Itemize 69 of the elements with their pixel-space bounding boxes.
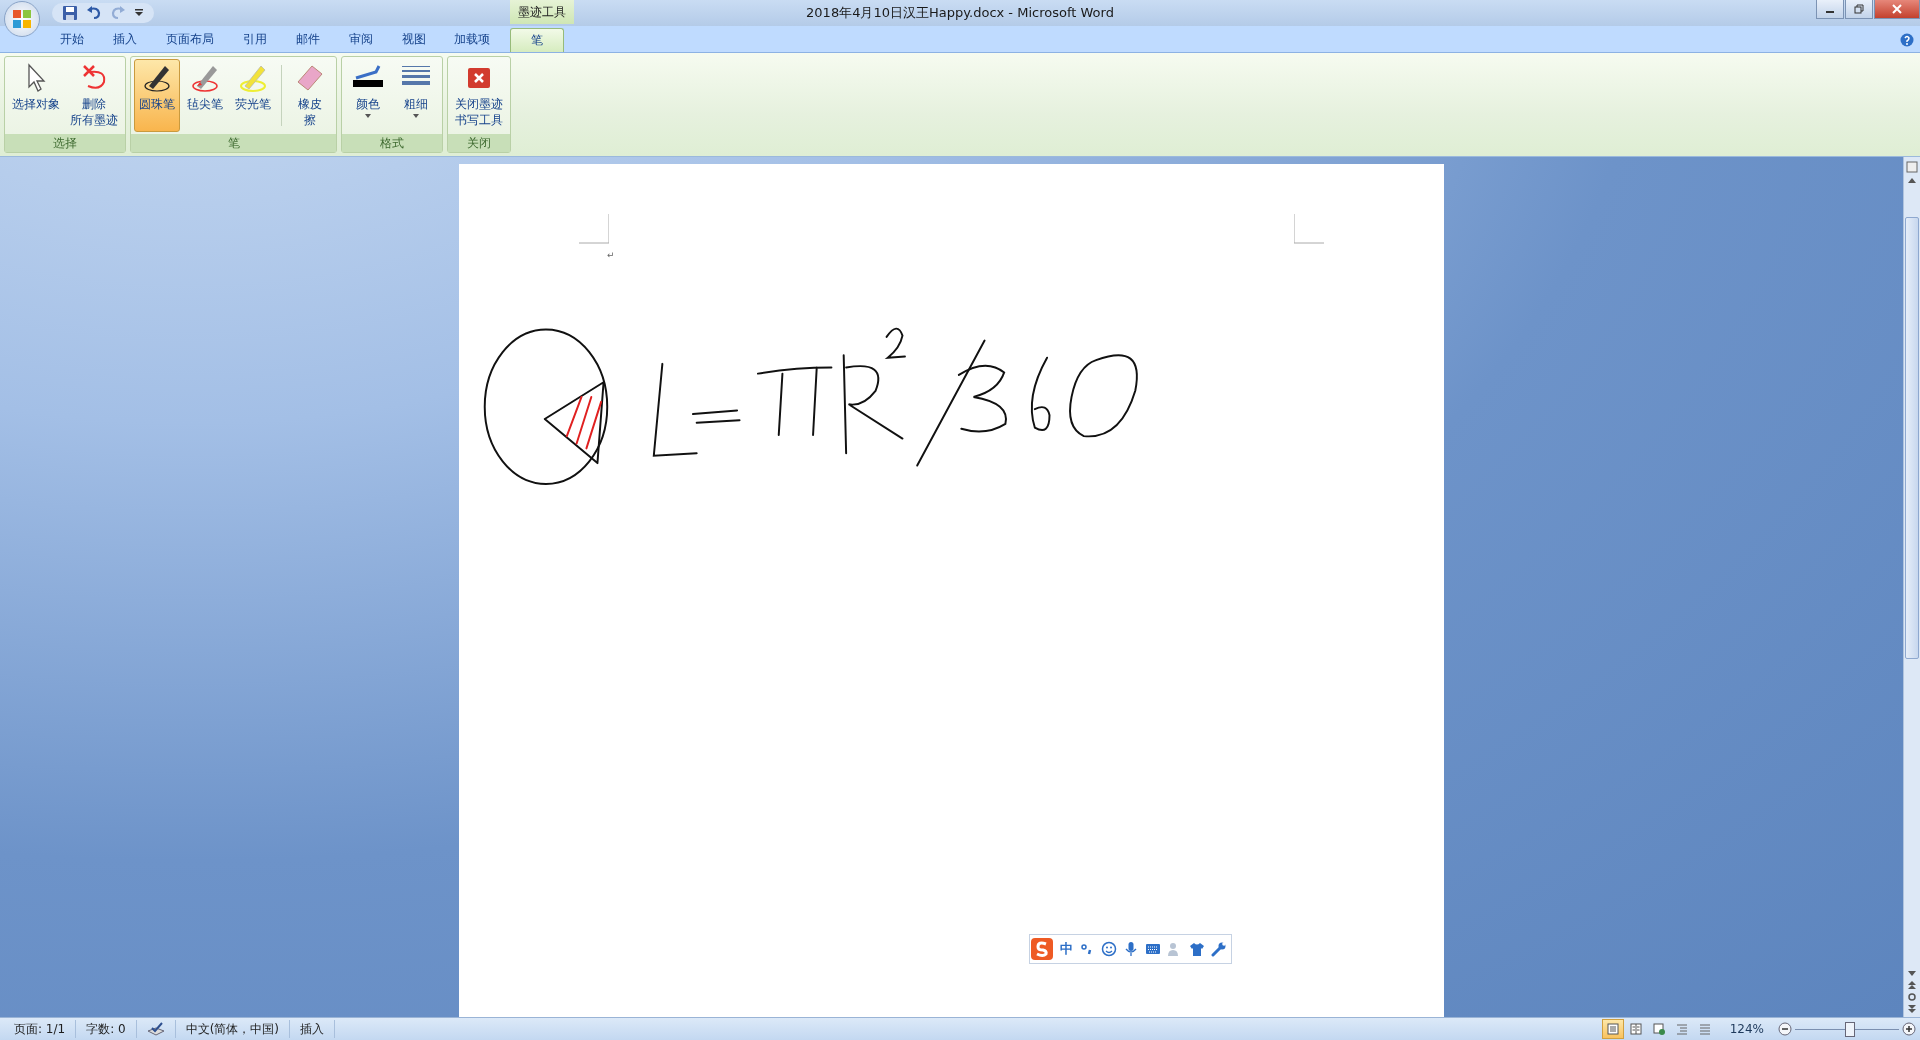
- status-item[interactable]: 页面: 1/1: [4, 1020, 77, 1038]
- ribbon-button[interactable]: 选择对象: [8, 59, 64, 132]
- office-logo-icon: [12, 9, 32, 29]
- ribbon-tab[interactable]: 审阅: [335, 28, 387, 52]
- help-icon[interactable]: [1900, 33, 1914, 47]
- zoom-level[interactable]: 124%: [1729, 1022, 1764, 1036]
- previous-page-icon[interactable]: [1907, 981, 1917, 989]
- contextual-tab-group-label: 墨迹工具: [510, 0, 574, 24]
- web-page-icon: [1652, 1023, 1665, 1035]
- ime-logo-icon[interactable]: [1030, 937, 1054, 961]
- margin-corner-icon: [579, 214, 609, 244]
- zoom-slider-thumb[interactable]: [1845, 1021, 1856, 1037]
- close-button[interactable]: [1874, 0, 1920, 19]
- ribbon-tab[interactable]: 笔: [510, 28, 564, 52]
- zoom-in-icon[interactable]: [1902, 1022, 1916, 1036]
- browse-object-icon[interactable]: [1907, 992, 1917, 1002]
- ribbon-button[interactable]: 橡皮 擦: [287, 59, 333, 132]
- ribbon-button[interactable]: 删除 所有墨迹: [66, 59, 122, 132]
- status-item[interactable]: 插入: [290, 1020, 336, 1038]
- view-button[interactable]: [1601, 1019, 1624, 1039]
- restore-button[interactable]: [1845, 0, 1873, 19]
- close-icon: [1892, 4, 1902, 14]
- ruler-toggle-icon[interactable]: [1906, 161, 1918, 173]
- ribbon-button[interactable]: 圆珠笔: [134, 59, 180, 132]
- ribbon-tab[interactable]: 开始: [46, 28, 98, 52]
- ribbon-button[interactable]: 粗细: [393, 59, 439, 132]
- ribbon-tab[interactable]: 插入: [99, 28, 151, 52]
- customize-caret-icon[interactable]: [134, 8, 144, 18]
- paragraph-mark: ↵: [607, 250, 615, 260]
- ribbon-tab[interactable]: 引用: [229, 28, 281, 52]
- status-item[interactable]: 字数: 0: [76, 1020, 137, 1038]
- status-item[interactable]: 中文(简体，中国): [175, 1020, 291, 1038]
- minimize-button[interactable]: [1816, 0, 1844, 19]
- margin-corner-icon: [1294, 214, 1324, 244]
- next-page-icon[interactable]: [1907, 1005, 1917, 1013]
- scroll-thumb[interactable]: [1905, 217, 1919, 659]
- ribbon-button[interactable]: 关闭墨迹 书写工具: [451, 59, 507, 132]
- office-button[interactable]: [4, 1, 40, 37]
- open-book-icon: [1629, 1023, 1642, 1035]
- proofing-book-icon[interactable]: [146, 1022, 165, 1036]
- outline-icon: [1675, 1023, 1688, 1035]
- input-mode-toggle[interactable]: 中: [1060, 940, 1073, 958]
- group-label: 格式: [342, 134, 442, 152]
- shirt-icon[interactable]: [1189, 941, 1205, 957]
- group-label: 关闭: [448, 134, 510, 152]
- scroll-down-icon[interactable]: [1907, 970, 1917, 978]
- microphone-icon[interactable]: [1123, 941, 1139, 957]
- ribbon-button[interactable]: 荧光笔: [230, 59, 276, 132]
- ribbon-tab[interactable]: 邮件: [282, 28, 334, 52]
- group-label: 笔: [131, 134, 336, 152]
- minimize-icon: [1826, 11, 1834, 13]
- ribbon-button[interactable]: 毡尖笔: [182, 59, 228, 132]
- undo-icon[interactable]: [86, 5, 102, 21]
- draft-icon: [1698, 1023, 1711, 1035]
- ribbon-tab[interactable]: 视图: [388, 28, 440, 52]
- keyboard-icon[interactable]: [1145, 941, 1161, 957]
- page-layout-icon: [1606, 1023, 1619, 1035]
- ribbon-tab[interactable]: 页面布局: [152, 28, 228, 52]
- vertical-scrollbar[interactable]: [1903, 157, 1920, 1017]
- ribbon-tab[interactable]: 加载项: [441, 28, 503, 52]
- window-title: 2018年4月10日汉王Happy.docx - Microsoft Word: [805, 4, 1115, 22]
- wrench-icon[interactable]: [1211, 941, 1227, 957]
- scroll-up-icon[interactable]: [1907, 176, 1917, 184]
- ribbon-button[interactable]: 颜色: [345, 59, 391, 132]
- save-icon[interactable]: [62, 5, 78, 21]
- zoom-out-icon[interactable]: [1778, 1022, 1792, 1036]
- group-label: 选择: [5, 134, 125, 152]
- smiley-icon[interactable]: [1101, 941, 1117, 957]
- restore-icon: [1854, 4, 1864, 14]
